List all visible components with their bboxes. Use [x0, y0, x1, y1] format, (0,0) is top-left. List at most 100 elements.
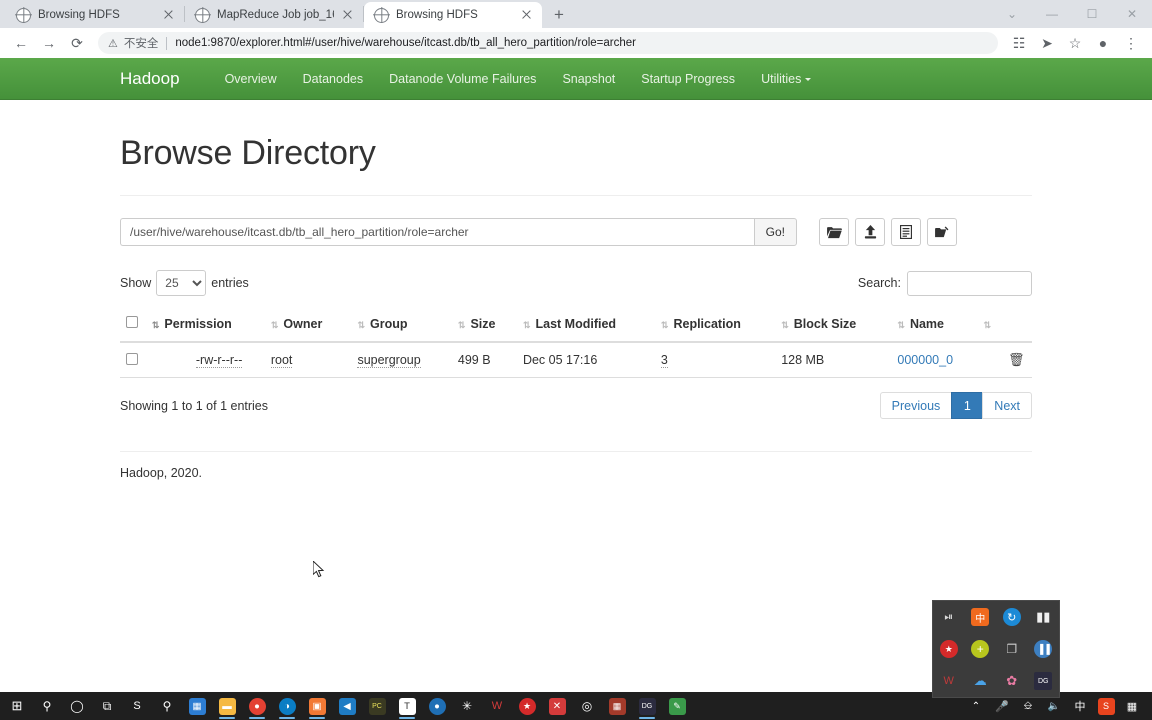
column-header-permission[interactable]: ⇅ Permission	[145, 308, 265, 343]
chevron-down-icon[interactable]: ⌄	[992, 0, 1032, 28]
store-icon[interactable]: ▦	[182, 692, 212, 720]
browser-tab-2[interactable]: MapReduce Job job_1638752	[185, 2, 363, 28]
start-button[interactable]: ⊞	[2, 692, 32, 720]
list-icon[interactable]	[891, 218, 921, 246]
column-header-last-modified[interactable]: ⇅ Last Modified	[516, 308, 655, 343]
edge-icon[interactable]: ◑	[272, 692, 302, 720]
pagination-previous[interactable]: Previous	[879, 392, 953, 419]
sort-icon[interactable]: ⇅	[897, 320, 904, 331]
pagination-next[interactable]: Next	[982, 392, 1032, 419]
xmind-icon[interactable]: ✕	[542, 692, 572, 720]
idea-icon[interactable]: ▣	[302, 692, 332, 720]
replication-value[interactable]: 3	[660, 353, 668, 368]
wps-icon[interactable]: W	[940, 672, 958, 690]
brand-logo[interactable]: Hadoop	[120, 69, 180, 89]
app-circle-icon[interactable]: ◎	[572, 692, 602, 720]
file-name-link[interactable]: 000000_0	[897, 353, 953, 367]
security-icon[interactable]: ★	[512, 692, 542, 720]
copy-icon[interactable]: ❐	[1003, 640, 1021, 658]
ime-chinese-icon[interactable]: 中	[971, 608, 990, 626]
pc-icon[interactable]: PC	[362, 692, 392, 720]
snipaste-icon[interactable]: S	[122, 692, 152, 720]
close-icon[interactable]	[520, 8, 534, 22]
xshell-icon[interactable]: ●	[422, 692, 452, 720]
nav-item-startup-progress[interactable]: Startup Progress	[628, 58, 748, 100]
address-bar[interactable]: ⚠ 不安全 node1:9870/explorer.html#/user/hiv…	[98, 32, 998, 54]
datagrip-icon[interactable]: DG	[632, 692, 662, 720]
column-header-group[interactable]: ⇅ Group	[351, 308, 452, 343]
column-header-replication[interactable]: ⇅ Replication	[654, 308, 776, 343]
wps-icon[interactable]: W	[482, 692, 512, 720]
reload-icon[interactable]: ⟳	[64, 30, 90, 56]
owner-value[interactable]: root	[270, 353, 293, 368]
nav-item-overview[interactable]: Overview	[212, 58, 290, 100]
sort-icon[interactable]: ⇅	[458, 320, 465, 331]
browser-tab-1[interactable]: Browsing HDFS	[6, 2, 184, 28]
cut-folder-icon[interactable]	[927, 218, 957, 246]
chrome-icon[interactable]: ●	[242, 692, 272, 720]
column-header-size[interactable]: ⇅ Size	[451, 308, 517, 343]
back-icon[interactable]: ←	[8, 30, 34, 56]
column-header-owner[interactable]: ⇅ Owner	[264, 308, 352, 343]
nav-item-datanodes[interactable]: Datanodes	[290, 58, 376, 100]
column-header-block-size[interactable]: ⇅ Block Size	[775, 308, 892, 343]
usb-eject-icon[interactable]: ⏯	[940, 608, 958, 626]
navicat-icon[interactable]: ▦	[602, 692, 632, 720]
entries-select[interactable]: 25 50 100	[156, 270, 207, 296]
task-view-icon[interactable]: ⧉	[92, 692, 122, 720]
nav-item-datanode-volume-failures[interactable]: Datanode Volume Failures	[376, 58, 549, 100]
sort-icon[interactable]: ⇅	[357, 320, 364, 331]
cortana-icon[interactable]: ◯	[62, 692, 92, 720]
datagrip-icon[interactable]: DG	[1034, 672, 1053, 690]
upload-icon[interactable]	[855, 218, 885, 246]
minimize-icon[interactable]: —	[1032, 0, 1072, 28]
ime-chinese-icon[interactable]: 中	[1068, 692, 1092, 720]
sync-icon[interactable]: ↻	[1002, 608, 1021, 626]
sort-icon[interactable]: ⇅	[781, 320, 788, 331]
window-split-icon[interactable]: ▮▮	[1034, 608, 1052, 626]
settings-gear-icon[interactable]: ✳	[452, 692, 482, 720]
nav-item-snapshot[interactable]: Snapshot	[549, 58, 628, 100]
vscode-icon[interactable]: ◀	[332, 692, 362, 720]
path-input[interactable]	[120, 218, 754, 246]
flower-icon[interactable]: ✿	[1003, 672, 1021, 690]
profile-icon[interactable]: ●	[1090, 30, 1116, 56]
nav-item-utilities[interactable]: Utilities	[748, 58, 824, 100]
pagination-page-1[interactable]: 1	[951, 392, 984, 419]
sort-icon[interactable]: ⇅	[271, 320, 278, 331]
sogou-icon[interactable]: S	[1094, 692, 1118, 720]
notepad-icon[interactable]: ✎	[662, 692, 692, 720]
browser-tab-3[interactable]: Browsing HDFS	[364, 2, 542, 28]
typora-icon[interactable]: T	[392, 692, 422, 720]
trash-icon[interactable]: 🗑	[1008, 352, 1025, 367]
close-icon[interactable]: ✕	[1112, 0, 1152, 28]
bookmark-star-icon[interactable]: ☆	[1062, 30, 1088, 56]
menu-icon[interactable]: ⋮	[1118, 30, 1144, 56]
notification-icon[interactable]: ▦	[1120, 692, 1144, 720]
file-explorer-icon[interactable]: ▬	[212, 692, 242, 720]
forward-icon[interactable]: →	[36, 30, 62, 56]
sort-icon[interactable]: ⇅	[523, 320, 530, 331]
everything-icon[interactable]: ⚲	[152, 692, 182, 720]
cloud-icon[interactable]: ☁	[971, 672, 989, 690]
pause-icon[interactable]: ▐▐	[1034, 640, 1053, 658]
column-header-name[interactable]: ⇅ Name ⇅	[891, 308, 1003, 343]
search-icon[interactable]: ⚲	[32, 692, 62, 720]
go-button[interactable]: Go!	[753, 218, 797, 246]
translate-icon[interactable]: ☷	[1006, 30, 1032, 56]
close-icon[interactable]	[341, 8, 355, 22]
new-folder-icon[interactable]	[819, 218, 849, 246]
permission-value[interactable]: -rw-r--r--	[195, 353, 243, 368]
add-green-icon[interactable]: +	[971, 640, 990, 658]
share-icon[interactable]: ➤	[1034, 30, 1060, 56]
new-tab-button[interactable]: +	[546, 2, 572, 28]
close-icon[interactable]	[162, 8, 176, 22]
row-checkbox[interactable]	[126, 352, 138, 365]
group-value[interactable]: supergroup	[357, 353, 421, 368]
search-input[interactable]	[907, 270, 1032, 296]
sort-icon[interactable]: ⇅	[152, 320, 159, 331]
security-shield-icon[interactable]: ★	[939, 640, 958, 658]
sort-icon[interactable]: ⇅	[661, 320, 668, 331]
select-all-checkbox[interactable]	[126, 316, 138, 328]
restore-icon[interactable]: ☐	[1072, 0, 1112, 28]
